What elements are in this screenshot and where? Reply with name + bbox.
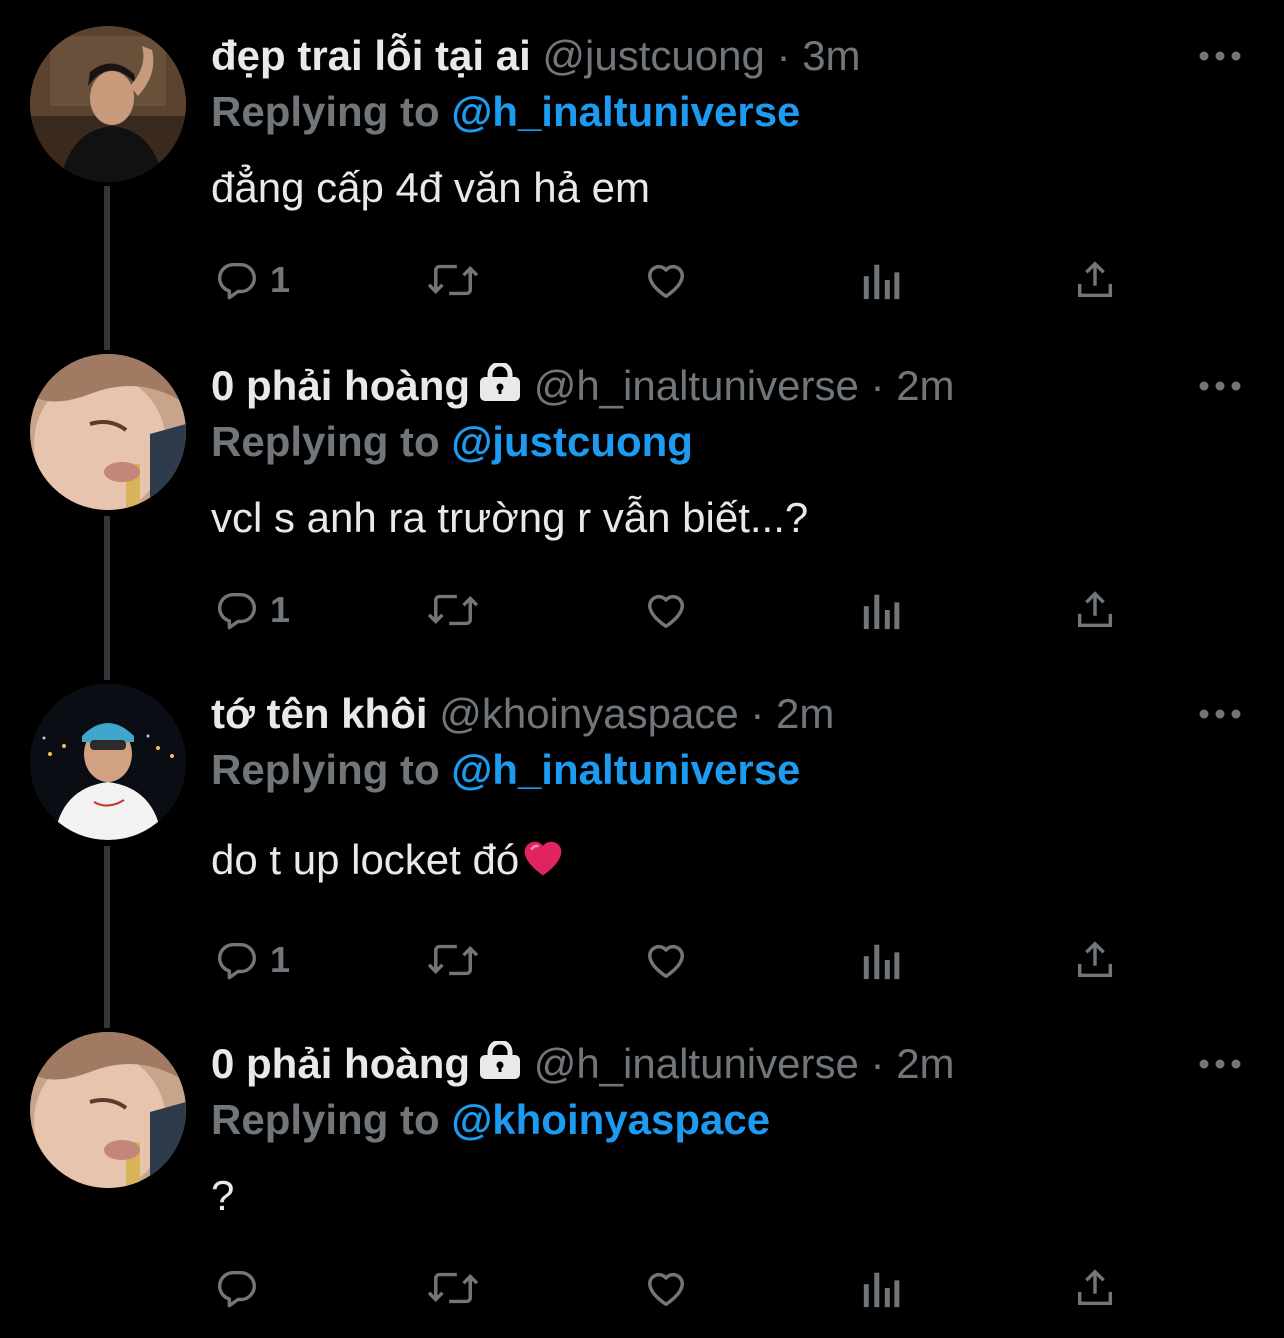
display-name[interactable]: 0 phải hoàng <box>211 1040 470 1087</box>
timestamp[interactable]: 3m <box>802 32 860 79</box>
display-name[interactable]: tớ tên khôi <box>211 690 428 737</box>
replying-label: Replying to <box>211 1096 440 1143</box>
reply-icon <box>214 1265 260 1311</box>
views-icon <box>860 937 902 983</box>
retweet-icon <box>426 937 480 983</box>
tweet-2[interactable]: 0 phải hoàng @h_inaltuniverse · 2m Reply… <box>0 330 1284 660</box>
mention-link[interactable]: @justcuong <box>451 418 693 465</box>
views-button[interactable] <box>860 1258 902 1318</box>
reply-button[interactable]: 1 <box>214 580 290 640</box>
like-button[interactable] <box>642 250 690 310</box>
retweet-button[interactable] <box>426 580 480 640</box>
reply-count: 1 <box>270 259 291 300</box>
views-icon <box>860 1265 902 1311</box>
like-button[interactable] <box>642 930 690 990</box>
tweet-4[interactable]: 0 phải hoàng @h_inaltuniverse · 2m Reply… <box>0 1008 1284 1338</box>
tweet-header: tớ tên khôi @khoinyaspace · 2m <box>211 686 834 742</box>
user-handle[interactable]: @justcuong <box>542 32 764 79</box>
heart-emoji <box>521 836 565 892</box>
share-icon <box>1072 937 1118 983</box>
timestamp[interactable]: 2m <box>896 1040 954 1087</box>
replying-to: Replying to @justcuong <box>211 414 693 470</box>
views-icon <box>860 257 902 303</box>
action-bar: 1 <box>0 930 1284 990</box>
separator-dot: · <box>870 1040 885 1087</box>
tweet-text: ? <box>211 1172 235 1219</box>
retweet-icon <box>426 587 480 633</box>
share-button[interactable] <box>1072 250 1118 310</box>
share-button[interactable] <box>1072 930 1118 990</box>
retweet-button[interactable] <box>426 930 480 990</box>
timestamp[interactable]: 2m <box>776 690 834 737</box>
reply-button[interactable]: 1 <box>214 250 290 310</box>
replying-label: Replying to <box>211 88 440 135</box>
mention-link[interactable]: @khoinyaspace <box>451 1096 770 1143</box>
tweet-3[interactable]: tớ tên khôi @khoinyaspace · 2m Replying … <box>0 658 1284 988</box>
display-name[interactable]: 0 phải hoàng <box>211 362 470 409</box>
tweet-text-line: do t up locket đó <box>211 832 565 892</box>
like-icon <box>642 257 690 303</box>
retweet-button[interactable] <box>426 1258 480 1318</box>
action-bar <box>0 1258 1284 1318</box>
share-button[interactable] <box>1072 580 1118 640</box>
share-button[interactable] <box>1072 1258 1118 1318</box>
share-icon <box>1072 1265 1118 1311</box>
tweet-header: 0 phải hoàng @h_inaltuniverse · 2m <box>211 358 955 417</box>
retweet-button[interactable] <box>426 250 480 310</box>
action-bar: 1 <box>0 250 1284 310</box>
mention-link[interactable]: @h_inaltuniverse <box>451 746 800 793</box>
retweet-icon <box>426 1265 480 1311</box>
tweet-text: vcl s anh ra trường r vẫn biết...? <box>211 494 809 541</box>
avatar[interactable] <box>30 1032 186 1188</box>
reply-button[interactable]: 1 <box>214 930 290 990</box>
replying-label: Replying to <box>211 746 440 793</box>
replying-label: Replying to <box>211 418 440 465</box>
reply-count: 1 <box>270 589 291 630</box>
retweet-icon <box>426 257 480 303</box>
user-handle[interactable]: @khoinyaspace <box>439 690 738 737</box>
more-icon[interactable] <box>1196 376 1244 396</box>
more-icon[interactable] <box>1196 46 1244 66</box>
mention-link[interactable]: @h_inaltuniverse <box>451 88 800 135</box>
separator-dot: · <box>870 362 885 409</box>
like-button[interactable] <box>642 1258 690 1318</box>
avatar[interactable] <box>30 26 186 182</box>
separator-dot: · <box>776 32 791 79</box>
more-icon[interactable] <box>1196 1054 1244 1074</box>
reply-icon <box>214 937 260 983</box>
timestamp[interactable]: 2m <box>896 362 954 409</box>
tweet-1[interactable]: đẹp trai lỗi tại ai @justcuong · 3m Repl… <box>0 0 1284 330</box>
lock-icon <box>478 1039 522 1095</box>
views-button[interactable] <box>860 250 902 310</box>
tweet-header: 0 phải hoàng @h_inaltuniverse · 2m <box>211 1036 955 1095</box>
like-button[interactable] <box>642 580 690 640</box>
tweet-header: đẹp trai lỗi tại ai @justcuong · 3m <box>211 28 861 84</box>
replying-to: Replying to @khoinyaspace <box>211 1092 770 1148</box>
views-button[interactable] <box>860 580 902 640</box>
tweet-text: do t up locket đó <box>211 836 520 883</box>
reply-button[interactable] <box>214 1258 270 1318</box>
action-bar: 1 <box>0 580 1284 640</box>
more-icon[interactable] <box>1196 704 1244 724</box>
user-handle[interactable]: @h_inaltuniverse <box>534 1040 859 1087</box>
replying-to: Replying to @h_inaltuniverse <box>211 84 800 140</box>
display-name[interactable]: đẹp trai lỗi tại ai <box>211 32 531 79</box>
like-icon <box>642 587 690 633</box>
like-icon <box>642 1265 690 1311</box>
separator-dot: · <box>750 690 765 737</box>
avatar[interactable] <box>30 354 186 510</box>
tweet-text: đẳng cấp 4đ văn hả em <box>211 164 650 211</box>
share-icon <box>1072 587 1118 633</box>
views-button[interactable] <box>860 930 902 990</box>
views-icon <box>860 587 902 633</box>
reply-count: 1 <box>270 939 291 980</box>
reply-icon <box>214 257 260 303</box>
user-handle[interactable]: @h_inaltuniverse <box>534 362 859 409</box>
replying-to: Replying to @h_inaltuniverse <box>211 742 800 798</box>
reply-icon <box>214 587 260 633</box>
lock-icon <box>478 361 522 417</box>
like-icon <box>642 937 690 983</box>
share-icon <box>1072 257 1118 303</box>
avatar[interactable] <box>30 684 186 840</box>
